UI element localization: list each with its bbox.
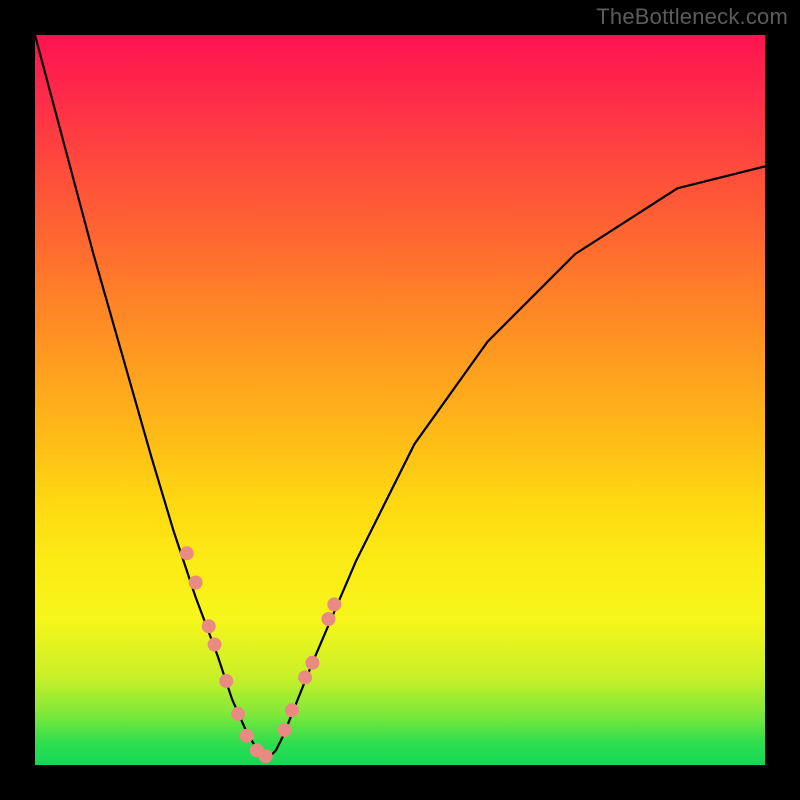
- data-point: [189, 576, 203, 590]
- data-point: [202, 619, 216, 633]
- watermark-text: TheBottleneck.com: [596, 4, 788, 30]
- chart-svg: [35, 35, 765, 765]
- data-point: [298, 670, 312, 684]
- data-point: [240, 729, 254, 743]
- chart-frame: TheBottleneck.com: [0, 0, 800, 800]
- data-point: [305, 656, 319, 670]
- data-point: [208, 638, 222, 652]
- data-point: [259, 749, 273, 763]
- scatter-right-branch: [278, 597, 342, 737]
- data-point: [321, 612, 335, 626]
- data-point: [180, 546, 194, 560]
- data-point: [278, 723, 292, 737]
- data-point: [231, 707, 245, 721]
- data-point: [219, 674, 233, 688]
- bottleneck-curve: [35, 35, 765, 758]
- data-point: [327, 597, 341, 611]
- scatter-left-branch: [180, 546, 273, 763]
- plot-area: [35, 35, 765, 765]
- data-point: [285, 703, 299, 717]
